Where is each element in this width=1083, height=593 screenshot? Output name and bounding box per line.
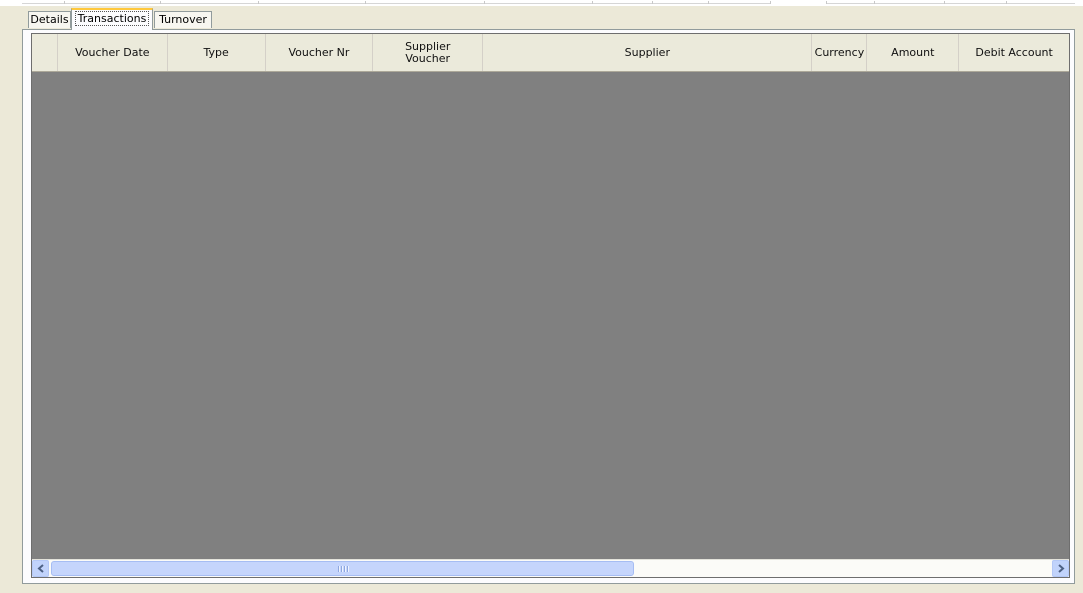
tab-details-label: Details <box>30 13 69 26</box>
column-header-label: Debit Account <box>975 45 1053 59</box>
arrow-right-icon <box>1057 564 1065 573</box>
ruler-tick <box>484 1 485 4</box>
ruler-tick <box>64 1 65 4</box>
transactions-grid[interactable]: Voucher Date Type Voucher Nr Supplier Vo… <box>31 33 1070 578</box>
tab-turnover-label: Turnover <box>159 13 207 26</box>
column-header-label: Currency <box>814 45 865 59</box>
ruler-tick <box>365 1 366 4</box>
scroll-right-button[interactable] <box>1052 560 1069 577</box>
ruler-tick <box>160 1 161 4</box>
grid-header: Voucher Date Type Voucher Nr Supplier Vo… <box>32 34 1069 72</box>
column-header-label: Voucher Date <box>75 45 150 59</box>
scrollbar-thumb[interactable] <box>51 561 634 576</box>
column-header-currency[interactable]: Currency <box>812 34 868 71</box>
column-header-label: Supplier <box>624 45 670 59</box>
grip-icon <box>337 566 348 572</box>
column-header-label: Supplier Voucher <box>405 39 451 65</box>
ruler-line <box>22 3 770 4</box>
ruler-tick <box>652 1 653 4</box>
ruler-tick <box>592 1 593 4</box>
ruler-tick <box>826 1 827 4</box>
top-ruler-strip <box>0 0 1083 6</box>
column-header-voucher-date[interactable]: Voucher Date <box>58 34 168 71</box>
ruler-tick <box>770 1 771 4</box>
column-header-voucher-nr[interactable]: Voucher Nr <box>266 34 374 71</box>
transactions-panel: Voucher Date Type Voucher Nr Supplier Vo… <box>22 29 1075 584</box>
ruler-tick <box>874 1 875 4</box>
column-header-type[interactable]: Type <box>168 34 266 71</box>
tab-transactions[interactable]: Transactions <box>71 8 153 30</box>
row-header-corner[interactable] <box>32 34 58 71</box>
scroll-left-button[interactable] <box>32 560 49 577</box>
column-header-supplier-voucher[interactable]: Supplier Voucher <box>373 34 484 71</box>
ruler-tick <box>258 1 259 4</box>
horizontal-scrollbar[interactable] <box>32 559 1069 577</box>
arrow-left-icon <box>36 564 44 573</box>
tab-turnover[interactable]: Turnover <box>154 11 212 28</box>
column-header-label: Type <box>203 45 229 59</box>
column-header-supplier[interactable]: Supplier <box>483 34 813 71</box>
ruler-line <box>826 3 1075 4</box>
column-header-amount[interactable]: Amount <box>867 34 960 71</box>
column-header-label: Amount <box>891 45 935 59</box>
ruler-tick <box>944 1 945 4</box>
ruler-tick <box>708 1 709 4</box>
ruler-tick <box>1006 1 1007 4</box>
column-header-label: Voucher Nr <box>288 45 350 59</box>
column-header-debit-account[interactable]: Debit Account <box>959 34 1069 71</box>
tab-transactions-label: Transactions <box>74 11 150 26</box>
tab-details[interactable]: Details <box>28 11 71 28</box>
